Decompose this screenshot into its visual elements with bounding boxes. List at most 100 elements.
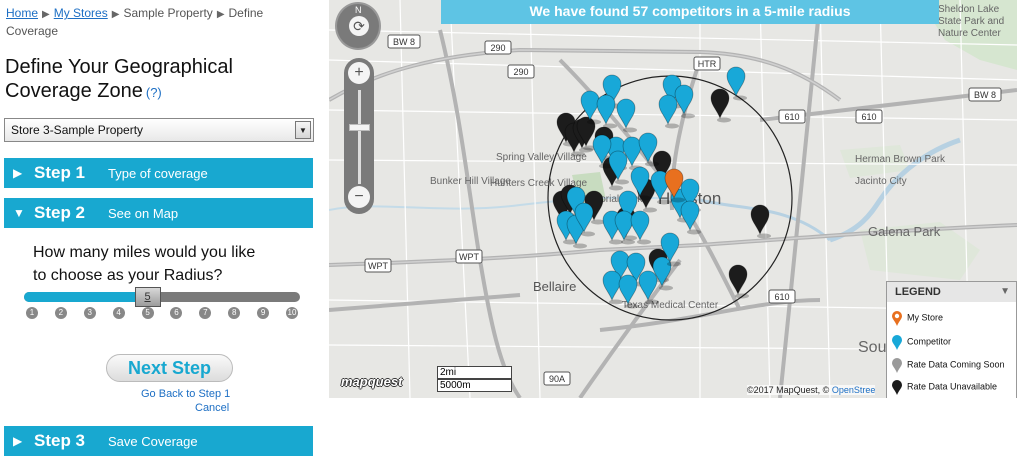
label-state-park: State Park and <box>938 16 1004 27</box>
breadcrumb-my-stores[interactable]: My Stores <box>54 6 108 20</box>
step-2-bar[interactable]: ▼ Step 2 See on Map <box>4 198 313 228</box>
step-3-number: Step 3 <box>34 431 86 450</box>
map-pin-icon <box>892 335 902 350</box>
triangle-right-icon: ▶ <box>13 166 23 180</box>
zoom-track[interactable] <box>358 90 361 184</box>
breadcrumb-separator-icon: ▶ <box>216 9 225 20</box>
svg-text:610: 610 <box>861 112 876 122</box>
copyright-text: ©2017 MapQuest, © <box>747 385 830 395</box>
legend-item-label: Rate Data Unavailable <box>907 381 998 392</box>
map-pin-icon <box>892 311 902 326</box>
help-link[interactable]: (?) <box>146 85 162 100</box>
radius-tick[interactable]: 2 <box>54 307 67 319</box>
rotate-icon[interactable]: ⟳ <box>349 16 369 36</box>
cancel-link[interactable]: Cancel <box>195 402 229 414</box>
store-select-value: Store 3-Sample Property <box>11 123 144 137</box>
dropdown-arrow-icon[interactable]: ▼ <box>295 121 311 139</box>
step-1-number: Step 1 <box>34 163 86 182</box>
svg-text:BW 8: BW 8 <box>393 37 415 47</box>
legend-item: My Store <box>891 310 943 326</box>
legend-title: LEGEND <box>895 286 941 298</box>
legend-item: Rate Data Unavailable <box>891 379 997 395</box>
triangle-down-icon: ▼ <box>13 206 25 220</box>
step-2-desc: See on Map <box>108 206 179 221</box>
radius-tick[interactable]: 4 <box>112 307 125 319</box>
page-title-line1: Define Your Geographical <box>5 56 233 78</box>
map-pin-icon <box>892 358 902 373</box>
zoom-control[interactable]: + − <box>344 58 374 214</box>
radius-tick[interactable]: 9 <box>257 307 270 319</box>
radius-slider-fill <box>24 292 148 302</box>
map-view[interactable]: Sheldon Lake State Park and Nature Cente… <box>329 0 1017 398</box>
highway-shield: WPT <box>364 258 392 273</box>
breadcrumb-home[interactable]: Home <box>6 6 38 20</box>
highway-shield: 290 <box>484 40 512 55</box>
pan-control[interactable]: N ⟳ <box>335 2 381 50</box>
scale-miles: 2mi <box>437 366 512 379</box>
radius-slider-handle[interactable]: 5 <box>134 287 161 307</box>
label-galena: Galena Park <box>868 224 941 239</box>
radius-question-line2: to choose as your Radius? <box>33 267 223 284</box>
svg-text:290: 290 <box>513 67 528 77</box>
legend-header[interactable]: LEGEND ▼ <box>887 282 1016 302</box>
radius-tick[interactable]: 3 <box>83 307 96 319</box>
radius-question: How many miles would you like to choose … <box>33 241 308 287</box>
highway-shield: 610 <box>768 289 796 304</box>
map-copyright: ©2017 MapQuest, © OpenStree <box>747 385 876 395</box>
svg-text:290: 290 <box>490 43 505 53</box>
openstreetmap-link[interactable]: OpenStree <box>832 385 876 395</box>
radius-tick[interactable]: 7 <box>199 307 212 319</box>
breadcrumb-property: Sample Property <box>123 6 213 20</box>
highway-shield: BW 8 <box>968 87 1002 102</box>
legend-item-label: Competitor <box>907 336 952 347</box>
svg-text:90A: 90A <box>549 374 565 384</box>
radius-tick[interactable]: 8 <box>228 307 241 319</box>
radius-tick[interactable]: 10 <box>286 307 298 319</box>
step-1-bar[interactable]: ▶ Step 1 Type of coverage <box>4 158 313 188</box>
radius-tick[interactable]: 5 <box>141 307 154 319</box>
zoom-out-button[interactable]: − <box>348 186 370 208</box>
step-1-desc: Type of coverage <box>108 166 208 181</box>
highway-shield: BW 8 <box>387 34 421 49</box>
svg-text:BW 8: BW 8 <box>974 90 996 100</box>
legend-item: Rate Data Coming Soon <box>891 357 1005 373</box>
legend-item-label: Rate Data Coming Soon <box>907 359 1005 370</box>
scale-meters: 5000m <box>437 379 512 392</box>
next-step-button[interactable]: Next Step <box>106 354 233 382</box>
zoom-thumb[interactable] <box>349 124 370 131</box>
competitor-count-banner: We have found 57 competitors in a 5-mile… <box>441 0 939 24</box>
label-nature-center: Nature Center <box>938 28 1001 39</box>
radius-tick[interactable]: 6 <box>170 307 183 319</box>
map-pin-icon <box>892 380 902 395</box>
label-bunker-hill: Bunker Hill Village <box>430 176 511 187</box>
svg-text:HTR: HTR <box>698 59 717 69</box>
highway-shield: WPT <box>455 249 483 264</box>
step-2-number: Step 2 <box>34 203 86 222</box>
step-3-bar[interactable]: ▶ Step 3 Save Coverage <box>4 426 313 456</box>
coverage-panel: Home ▶ My Stores ▶ Sample Property ▶ Define Co… <box>0 0 320 461</box>
radius-question-line1: How many miles would you like <box>33 244 256 261</box>
svg-text:610: 610 <box>774 292 789 302</box>
breadcrumb-current-line2: Coverage <box>6 24 59 38</box>
breadcrumb-separator-icon: ▶ <box>42 9 50 20</box>
breadcrumb: Home ▶ My Stores ▶ Sample Property ▶ Define Co… <box>6 5 306 40</box>
radius-slider[interactable]: 5 <box>24 287 300 307</box>
mapquest-logo: mapquest <box>341 374 403 389</box>
highway-shield: 610 <box>778 109 806 124</box>
legend-collapse-icon[interactable]: ▼ <box>1000 286 1010 297</box>
svg-text:WPT: WPT <box>459 252 479 262</box>
zoom-in-button[interactable]: + <box>348 62 370 84</box>
store-select[interactable]: Store 3-Sample Property ▼ <box>4 118 314 142</box>
svg-text:610: 610 <box>784 112 799 122</box>
page-title: Define Your Geographical Coverage Zone (?… <box>5 55 305 105</box>
go-back-link[interactable]: Go Back to Step 1 <box>141 388 230 400</box>
breadcrumb-separator-icon: ▶ <box>111 9 120 20</box>
highway-shield: 610 <box>855 109 883 124</box>
legend-item-label: My Store <box>907 312 944 323</box>
label-sheldon: Sheldon Lake <box>938 4 1000 15</box>
radius-tick[interactable]: 1 <box>26 307 38 319</box>
label-bellaire: Bellaire <box>533 279 576 294</box>
label-herman-brown: Herman Brown Park <box>855 154 946 165</box>
triangle-right-icon: ▶ <box>13 434 23 448</box>
compass-north: N <box>355 5 362 15</box>
